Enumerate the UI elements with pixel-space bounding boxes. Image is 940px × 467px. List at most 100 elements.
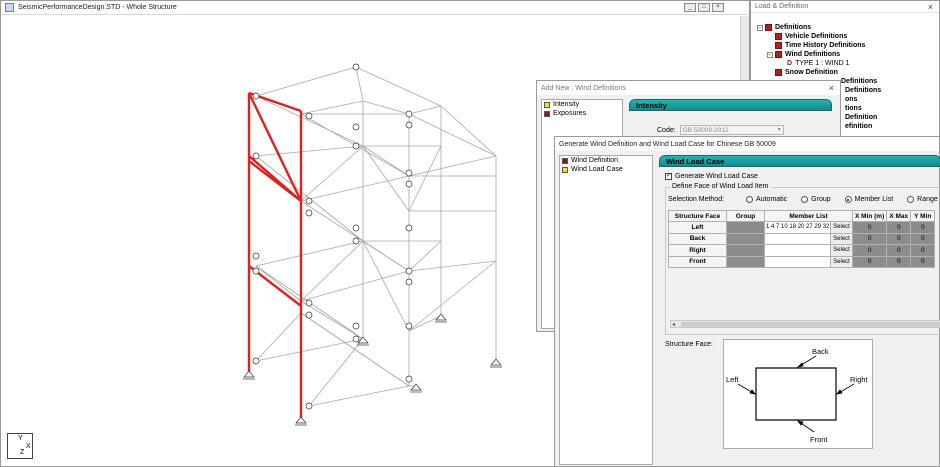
col-group: Group (726, 210, 765, 222)
radio-member-list[interactable]: Member List (844, 196, 893, 203)
select-button[interactable]: Select (830, 221, 853, 234)
group-cell (726, 232, 765, 245)
exposures-icon (544, 110, 550, 117)
generate-wind-load-case-label: Generate Wind Load Case (675, 173, 758, 180)
define-face-groupbox: Define Face of Wind Load Item Selection … (665, 183, 940, 335)
y-min-cell: 0 (910, 221, 936, 234)
generate-wind-load-case-checkbox[interactable]: ✓ (665, 173, 672, 180)
type-icon: D (787, 60, 793, 67)
x-min-cell: 0 (851, 221, 888, 234)
scroll-thumb[interactable] (681, 322, 940, 327)
tree-item-snow-definition[interactable]: Snow Definition (775, 68, 838, 77)
col-member-list: Member List (764, 210, 853, 222)
table-row: Right Select 0 0 0 (668, 244, 936, 257)
member-list-cell[interactable]: 1 4 7 10 18 20 27 29 32 (764, 221, 831, 234)
y-min-cell: 0 (910, 255, 936, 268)
tree-item-partial[interactable]: Definition (845, 113, 877, 122)
generate-wind-load-case-row: ✓ Generate Wind Load Case (665, 173, 758, 180)
structure-window-titlebar: SeismicPerformanceDesign.STD - Whole Str… (1, 1, 749, 15)
group-cell (726, 255, 765, 268)
col-x-max: X Max (886, 210, 912, 222)
load-panel-close-button[interactable]: × (928, 2, 933, 12)
load-panel-title: Load & Definition (751, 1, 939, 13)
screen: SeismicPerformanceDesign.STD - Whole Str… (0, 0, 940, 467)
list-item-wind-load-case[interactable]: Wind Load Case (560, 165, 652, 174)
definition-icon (765, 24, 772, 31)
list-item-intensity[interactable]: Intensity (542, 100, 622, 109)
axis-y-label: Y (18, 435, 23, 442)
definition-icon (775, 33, 782, 40)
radio-range[interactable]: Range (907, 196, 938, 203)
face-table: Structure Face Group Member List X Min (… (668, 210, 936, 268)
structure-face-label: Structure Face: (665, 341, 713, 348)
radio-group[interactable]: Group (801, 196, 831, 203)
axis-x-label: X (26, 443, 31, 450)
member-list-cell[interactable] (764, 255, 831, 268)
radio-icon (907, 196, 915, 203)
table-row: Front Select 0 0 0 (668, 255, 936, 268)
face-right-label: Right (850, 375, 868, 384)
add-new-dialog-close-button[interactable]: × (829, 83, 834, 93)
axis-z-label: Z (20, 449, 25, 456)
plan-rectangle (755, 367, 837, 421)
face-left-label: Left (726, 375, 739, 384)
group-cell (726, 244, 765, 257)
add-new-dialog-title: Add New : Wind Definitions (537, 81, 840, 95)
radio-icon (801, 196, 809, 203)
tree-item-vehicle-definitions[interactable]: Vehicle Definitions (775, 32, 847, 41)
tree-item-time-history-definitions[interactable]: Time History Definitions (775, 41, 865, 50)
x-min-cell: 0 (851, 244, 888, 257)
wind-definition-icon (562, 157, 568, 164)
code-label: Code: (657, 126, 676, 134)
tree-item-wind-type-1[interactable]: D TYPE 1 : WIND 1 (787, 59, 850, 68)
definition-icon (775, 69, 782, 76)
radio-icon (746, 196, 754, 203)
generate-dialog-list: Wind Definition Wind Load Case (559, 155, 653, 465)
maximize-button[interactable]: □ (698, 3, 710, 12)
minimize-button[interactable]: _ (684, 3, 696, 12)
structure-window-title: SeismicPerformanceDesign.STD - Whole Str… (18, 4, 177, 11)
face-cell: Left (668, 221, 727, 234)
list-item-exposures[interactable]: Exposures (542, 109, 622, 118)
tree-item-partial[interactable]: tions (845, 104, 862, 113)
table-horizontal-scrollbar[interactable]: ◂ (670, 320, 940, 328)
col-y-min: Y Min (910, 210, 936, 222)
tree-item-partial[interactable]: efinition (845, 122, 872, 131)
face-cell: Front (668, 255, 727, 268)
collapse-icon[interactable]: − (757, 24, 763, 31)
tree-item-partial[interactable]: ons (845, 95, 857, 104)
y-min-cell: 0 (910, 232, 936, 245)
select-button[interactable]: Select (830, 244, 853, 257)
selection-method-label: Selection Method: (668, 196, 725, 203)
tree-item-partial[interactable]: Definitions (845, 86, 881, 95)
face-back-label: Back (812, 347, 829, 356)
code-row: Code: GB 50009-2012 (657, 125, 784, 135)
wind-load-case-header: Wind Load Case (659, 155, 940, 167)
y-min-cell: 0 (910, 244, 936, 257)
radio-automatic[interactable]: Automatic (746, 196, 787, 203)
x-max-cell: 0 (886, 244, 912, 257)
member-list-cell[interactable] (764, 232, 831, 245)
code-select[interactable]: GB 50009-2012 (679, 125, 784, 135)
collapse-icon[interactable]: − (767, 51, 773, 58)
member-list-cell[interactable] (764, 244, 831, 257)
table-row: Left 1 4 7 10 18 20 27 29 32 Select 0 0 … (668, 221, 936, 234)
app-icon (5, 3, 14, 12)
select-button[interactable]: Select (830, 232, 853, 245)
face-cell: Right (668, 244, 727, 257)
scroll-left-icon[interactable]: ◂ (672, 321, 675, 328)
x-min-cell: 0 (851, 255, 888, 268)
definition-icon (775, 42, 782, 49)
x-max-cell: 0 (886, 232, 912, 245)
tree-item-partial[interactable]: Definitions (841, 77, 877, 86)
tree-item-wind-definitions[interactable]: − Wind Definitions (767, 50, 840, 59)
selection-method-row: Selection Method: Automatic Group Member… (668, 196, 938, 203)
list-item-wind-definition[interactable]: Wind Definition (560, 156, 652, 165)
tree-item-definitions[interactable]: − Definitions (757, 23, 811, 32)
close-button[interactable]: × (712, 3, 724, 12)
table-row: Back Select 0 0 0 (668, 232, 936, 245)
axis-triad: Y X Z (7, 433, 33, 459)
select-button[interactable]: Select (830, 255, 853, 268)
x-min-cell: 0 (851, 232, 888, 245)
definition-icon (775, 51, 782, 58)
